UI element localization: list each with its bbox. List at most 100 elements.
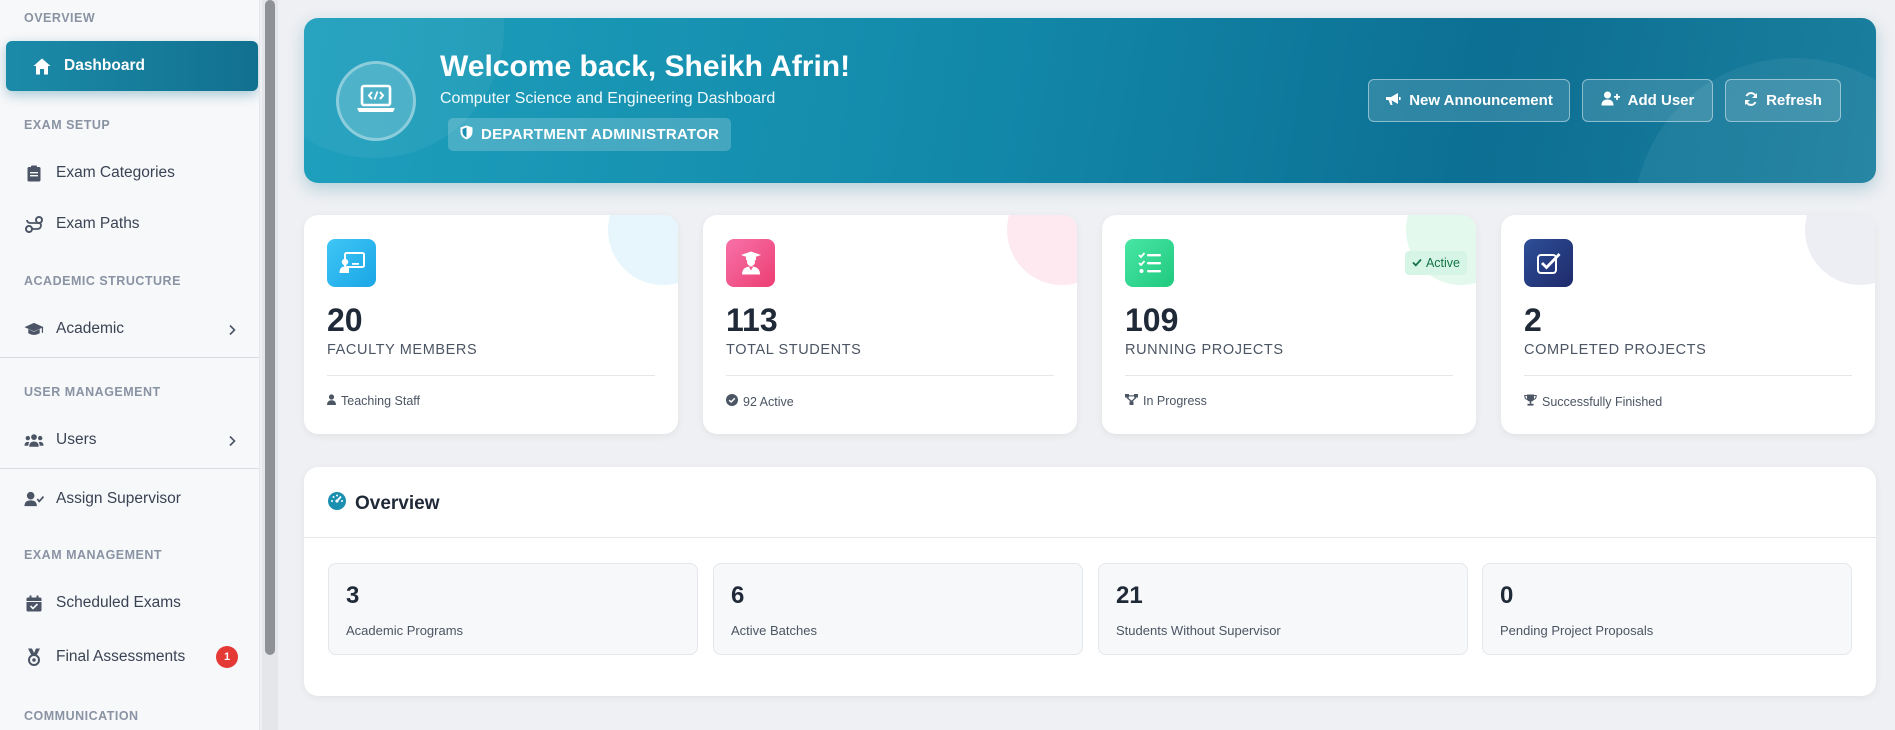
stat-label: COMPLETED PROJECTS <box>1524 342 1707 358</box>
user-plus-icon <box>1601 91 1620 110</box>
sidebar-divider <box>0 357 259 358</box>
stat-footer-text: Teaching Staff <box>341 394 420 408</box>
sidebar-item-dashboard[interactable]: Dashboard <box>6 41 258 91</box>
overview-stat-label: Students Without Supervisor <box>1116 623 1281 638</box>
double-check-icon <box>1524 239 1573 287</box>
stat-value: 113 <box>726 302 778 338</box>
stat-label: TOTAL STUDENTS <box>726 342 862 358</box>
add-user-button[interactable]: Add User <box>1582 79 1713 122</box>
shield-icon <box>460 125 473 144</box>
laptop-code-icon <box>356 84 396 119</box>
status-badge: Active <box>1404 251 1467 275</box>
page-title: Welcome back, Sheikh Afrin! <box>440 50 851 83</box>
button-label: New Announcement <box>1409 92 1553 109</box>
overview-stat-students-without-supervisor: 21 Students Without Supervisor <box>1098 563 1468 655</box>
sidebar-item-label: Exam Paths <box>56 215 140 232</box>
panel-title: Overview <box>355 492 440 514</box>
overview-stat-academic-programs: 3 Academic Programs <box>328 563 698 655</box>
sidebar-item-label: Exam Categories <box>56 164 175 181</box>
overview-stat-label: Active Batches <box>731 623 817 638</box>
sidebar-item-exam-paths[interactable]: Exam Paths <box>0 201 259 247</box>
stat-value: 2 <box>1524 302 1542 338</box>
card-decoration <box>608 215 678 285</box>
sidebar-item-exam-categories[interactable]: Exam Categories <box>0 150 259 196</box>
sidebar-item-label: Dashboard <box>64 57 145 74</box>
chevron-right-icon <box>226 434 238 447</box>
overview-stat-pending-proposals: 0 Pending Project Proposals <box>1482 563 1852 655</box>
overview-panel: Overview 3 Academic Programs 6 Active Ba… <box>304 467 1876 696</box>
gauge-icon <box>328 492 346 515</box>
button-label: Refresh <box>1766 92 1822 109</box>
stat-card-completed-projects: 2 COMPLETED PROJECTS Successfully Finish… <box>1501 215 1875 434</box>
user-check-icon <box>24 489 44 509</box>
stat-card-running-projects: Active 109 RUNNING PROJECTS In Progress <box>1102 215 1476 434</box>
section-heading-academic-structure: ACADEMIC STRUCTURE <box>24 274 181 288</box>
route-icon <box>24 214 44 234</box>
stat-card-students: 113 TOTAL STUDENTS 92 Active <box>703 215 1077 434</box>
sidebar-item-label: Users <box>56 431 97 448</box>
card-divider <box>1125 375 1453 376</box>
sidebar-item-final-assessments[interactable]: Final Assessments 1 <box>0 634 259 680</box>
stat-footer: Successfully Finished <box>1524 394 1662 409</box>
check-circle-icon <box>726 394 738 409</box>
medal-icon <box>24 647 44 667</box>
graduation-cap-icon <box>24 319 44 339</box>
overview-stat-value: 3 <box>346 582 360 609</box>
overview-stat-value: 0 <box>1500 582 1514 609</box>
overview-stat-value: 21 <box>1116 582 1143 609</box>
sidebar-item-assign-supervisor[interactable]: Assign Supervisor <box>0 476 259 522</box>
refresh-icon <box>1744 91 1758 110</box>
card-divider <box>327 375 655 376</box>
sidebar: OVERVIEW Dashboard EXAM SETUP Exam Categ… <box>0 0 260 730</box>
sidebar-divider <box>0 468 259 469</box>
section-heading-communication: COMMUNICATION <box>24 709 139 723</box>
overview-stat-active-batches: 6 Active Batches <box>713 563 1083 655</box>
calendar-check-icon <box>24 593 44 613</box>
status-badge-label: Active <box>1425 256 1460 270</box>
trophy-icon <box>1524 394 1537 409</box>
chalkboard-teacher-icon <box>327 239 376 287</box>
stat-label: FACULTY MEMBERS <box>327 342 478 358</box>
sidebar-item-academic[interactable]: Academic <box>0 306 259 352</box>
card-divider <box>726 375 1054 376</box>
stat-footer: In Progress <box>1125 394 1207 408</box>
overview-stat-label: Pending Project Proposals <box>1500 623 1654 638</box>
panel-header: Overview <box>328 492 440 515</box>
task-list-icon <box>1125 239 1174 287</box>
sidebar-item-label: Scheduled Exams <box>56 594 181 611</box>
new-announcement-button[interactable]: New Announcement <box>1368 79 1570 122</box>
page-subtitle: Computer Science and Engineering Dashboa… <box>440 90 776 107</box>
sidebar-scrollbar-thumb[interactable] <box>265 0 275 655</box>
role-badge: DEPARTMENT ADMINISTRATOR <box>448 118 732 151</box>
home-icon <box>32 56 52 76</box>
project-diagram-icon <box>1125 394 1138 408</box>
section-heading-user-management: USER MANAGEMENT <box>24 385 161 399</box>
refresh-button[interactable]: Refresh <box>1725 79 1841 122</box>
sidebar-item-scheduled-exams[interactable]: Scheduled Exams <box>0 580 259 626</box>
clipboard-icon <box>24 163 44 183</box>
section-heading-overview: OVERVIEW <box>24 11 96 25</box>
sidebar-item-users[interactable]: Users <box>0 417 259 463</box>
sidebar-item-label: Academic <box>56 320 125 337</box>
bullhorn-icon <box>1385 92 1401 110</box>
welcome-banner: Welcome back, Sheikh Afrin! Computer Sci… <box>304 18 1876 183</box>
card-divider <box>1524 375 1852 376</box>
section-heading-exam-management: EXAM MANAGEMENT <box>24 548 163 562</box>
stat-label: RUNNING PROJECTS <box>1125 342 1284 358</box>
stat-footer-text: 92 Active <box>743 394 794 409</box>
chevron-right-icon <box>226 323 238 336</box>
stat-value: 20 <box>327 302 363 338</box>
check-icon <box>1412 256 1422 270</box>
users-icon <box>24 430 44 450</box>
card-decoration <box>1007 215 1077 285</box>
sidebar-item-label: Final Assessments <box>56 648 186 665</box>
stat-footer: 92 Active <box>726 394 794 409</box>
stat-footer: Teaching Staff <box>327 394 420 408</box>
overview-stat-label: Academic Programs <box>346 623 464 638</box>
section-heading-exam-setup: EXAM SETUP <box>24 118 111 132</box>
stat-footer-text: Successfully Finished <box>1542 394 1663 409</box>
sidebar-item-label: Assign Supervisor <box>56 490 181 507</box>
avatar <box>336 61 416 141</box>
graduate-icon <box>726 239 775 287</box>
stat-footer-text: In Progress <box>1143 394 1207 408</box>
